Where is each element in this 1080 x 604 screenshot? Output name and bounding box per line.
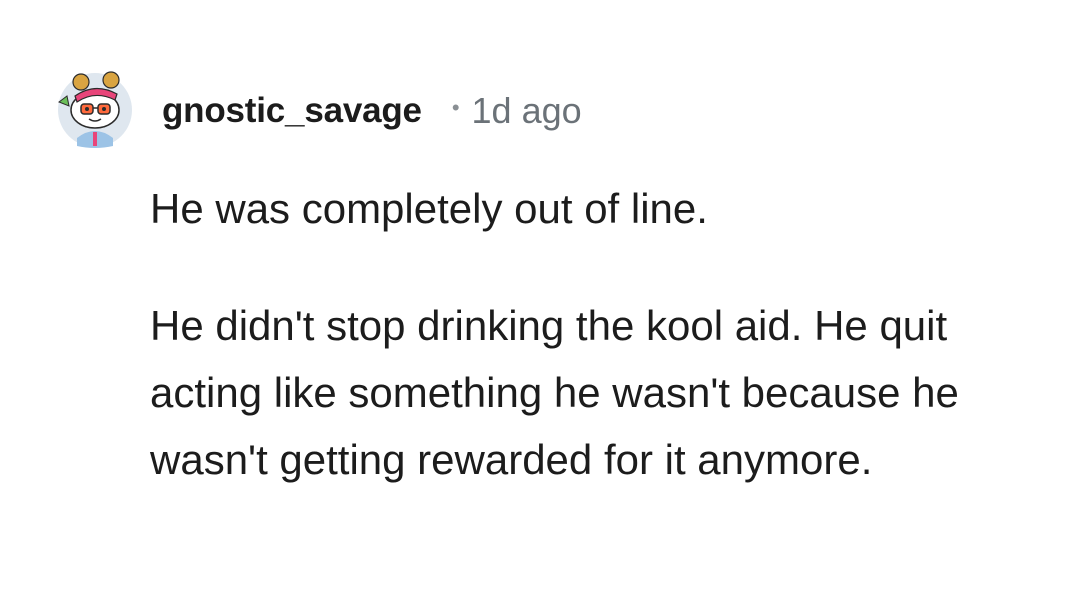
username-link[interactable]: gnostic_savage bbox=[162, 91, 422, 131]
comment-body: He was completely out of line. He didn't… bbox=[150, 175, 1050, 493]
user-avatar[interactable] bbox=[55, 66, 135, 148]
separator-dot: • bbox=[451, 95, 460, 120]
comment-paragraph: He was completely out of line. bbox=[150, 185, 708, 232]
comment-header: gnostic_savage • 1d ago bbox=[162, 86, 582, 136]
timestamp: 1d ago bbox=[471, 90, 582, 131]
comment: gnostic_savage • 1d ago He was completel… bbox=[0, 0, 1080, 604]
snoo-avatar-icon bbox=[57, 71, 132, 148]
comment-paragraph: He didn't stop drinking the kool aid. He… bbox=[150, 302, 959, 483]
